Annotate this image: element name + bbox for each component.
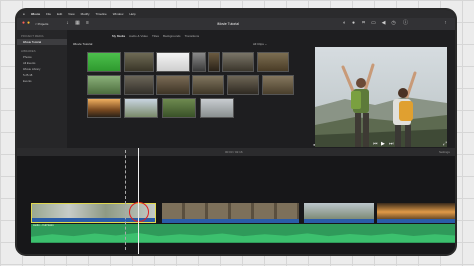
menu-edit[interactable]: Edit xyxy=(57,12,62,16)
timecode: 00:03 / 02:16 xyxy=(225,150,243,154)
fullscreen-icon[interactable]: ⤢ xyxy=(443,141,447,147)
media-clip[interactable] xyxy=(156,52,190,72)
media-clip[interactable] xyxy=(124,52,154,72)
browser-breadcrumb: iMovie Tutorial xyxy=(73,42,93,46)
media-clip[interactable] xyxy=(162,98,196,118)
enhance-icon[interactable]: ◐ xyxy=(342,21,347,26)
import-icon[interactable]: ↓ xyxy=(65,21,70,26)
media-browser: My Media Audio & Video Titles Background… xyxy=(67,30,307,148)
media-clip[interactable] xyxy=(87,98,121,118)
menu-timeline[interactable]: Timeline xyxy=(95,12,106,16)
media-clip[interactable] xyxy=(227,75,259,95)
menu-help[interactable]: Help xyxy=(129,12,135,16)
media-clip[interactable] xyxy=(192,75,224,95)
crop-icon[interactable]: ⌗ xyxy=(361,21,366,26)
libraries-header: LIBRARIES xyxy=(21,49,36,53)
color-balance-icon[interactable]: ● xyxy=(351,21,356,26)
menu-window[interactable]: Window xyxy=(113,12,124,16)
media-clip[interactable] xyxy=(192,52,206,72)
browser-tabs: My Media Audio & Video Titles Background… xyxy=(112,34,199,38)
media-clip[interactable] xyxy=(124,98,158,118)
media-clip[interactable] xyxy=(124,75,154,95)
toolbar: ● ● < Projects ↓ ▦ ≡ iMovie Tutorial ◐ ●… xyxy=(17,18,455,30)
media-clip[interactable] xyxy=(87,75,121,95)
timeline-clip[interactable] xyxy=(377,203,455,223)
volume-icon[interactable]: ◀ xyxy=(381,21,386,26)
media-clip[interactable] xyxy=(257,52,289,72)
timeline-settings[interactable]: Settings xyxy=(439,150,450,154)
play-icon[interactable]: ▶ xyxy=(381,141,385,147)
highlight-circle xyxy=(129,202,149,222)
timeline-clip[interactable] xyxy=(162,203,299,223)
tab-transitions[interactable]: Transitions xyxy=(185,34,200,38)
next-icon[interactable]: ⏭ xyxy=(389,141,394,147)
tab-titles[interactable]: Titles xyxy=(152,34,159,38)
speed-icon[interactable]: ◷ xyxy=(391,21,396,26)
project-media-header: PROJECT MEDIA xyxy=(21,34,44,38)
tab-backgrounds[interactable]: Backgrounds xyxy=(163,34,181,38)
menu-file[interactable]: File xyxy=(46,12,51,16)
info-icon[interactable]: ⓘ xyxy=(403,21,408,26)
library-icon[interactable]: ▦ xyxy=(75,21,80,26)
stabilize-icon[interactable]: ▭ xyxy=(371,21,376,26)
tab-my-media[interactable]: My Media xyxy=(112,34,125,38)
minimize-dot-icon[interactable]: ● xyxy=(26,21,31,26)
imovie-window: ● iMovie File Edit View Modify Timeline … xyxy=(17,10,455,254)
hikers-scene xyxy=(315,47,447,147)
audio-track-label: Audio – Full Swim xyxy=(33,224,54,227)
media-clip[interactable] xyxy=(222,52,254,72)
timeline-header: 00:03 / 02:16 Settings xyxy=(17,148,455,156)
media-clip[interactable] xyxy=(262,75,294,95)
clip-filter-dropdown[interactable]: All Clips ⌄ xyxy=(253,42,267,46)
tab-audio-video[interactable]: Audio & Video xyxy=(129,34,148,38)
previous-icon[interactable]: ⏮ xyxy=(373,141,378,147)
media-clip[interactable] xyxy=(208,52,220,72)
audio-track[interactable]: Audio – Full Swim xyxy=(31,224,455,243)
sidebar-item-events[interactable]: Events xyxy=(17,78,67,84)
library-sidebar: PROJECT MEDIA iMovie Tutorial LIBRARIES … xyxy=(17,30,67,148)
viewer-preview-image xyxy=(315,47,447,147)
timeline: Audio – Full Swim xyxy=(17,156,455,254)
menu-app[interactable]: iMovie xyxy=(31,12,40,16)
share-icon[interactable]: ↑ xyxy=(443,21,448,26)
viewer-panel: ● ⏮ ▶ ⏭ ⤢ xyxy=(307,30,455,148)
apple-icon[interactable]: ● xyxy=(23,12,25,16)
timeline-clip[interactable] xyxy=(304,203,374,223)
menu-bar: ● iMovie File Edit View Modify Timeline … xyxy=(17,10,455,18)
audio-waveform xyxy=(31,232,455,242)
projects-button[interactable]: < Projects xyxy=(35,22,48,26)
share-list-icon[interactable]: ≡ xyxy=(85,21,90,26)
mic-icon[interactable]: ● xyxy=(313,142,315,147)
sidebar-item-project[interactable]: iMovie Tutorial xyxy=(17,39,67,45)
media-clip[interactable] xyxy=(156,75,190,95)
menu-modify[interactable]: Modify xyxy=(81,12,90,16)
media-clip[interactable] xyxy=(200,98,234,118)
media-clip[interactable] xyxy=(87,52,121,72)
playhead[interactable] xyxy=(138,148,139,254)
skimmer-line xyxy=(125,150,126,250)
menu-view[interactable]: View xyxy=(68,12,74,16)
window-title: iMovie Tutorial xyxy=(217,22,239,26)
